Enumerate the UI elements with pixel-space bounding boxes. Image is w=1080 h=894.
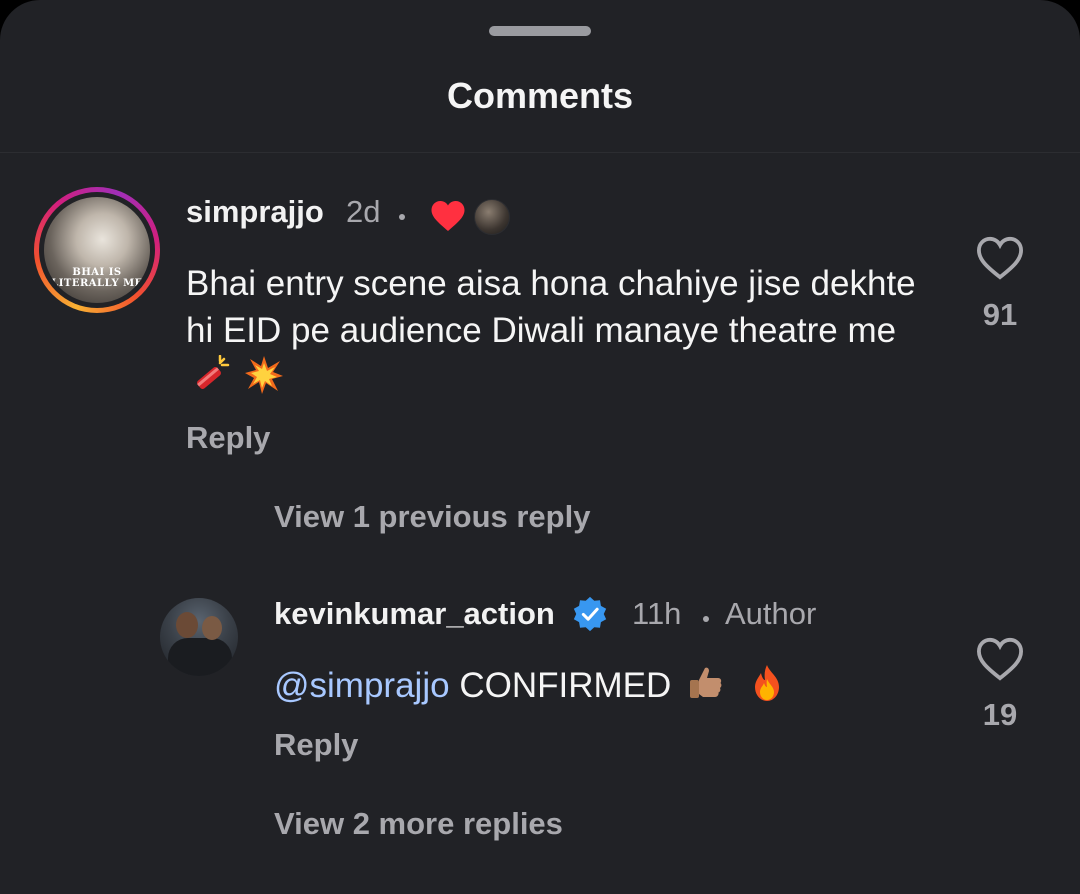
like-heart-icon[interactable] [975, 636, 1025, 682]
fire-icon [754, 665, 779, 701]
avatar-image: BHAI IS LITERALLY ME [44, 197, 150, 303]
like-count: 19 [982, 697, 1018, 732]
comment-username[interactable]: simprajjo [186, 192, 324, 232]
drag-handle[interactable] [489, 26, 591, 36]
like-heart-icon[interactable] [975, 235, 1025, 281]
verified-badge-icon [573, 596, 607, 632]
author-badge: Author [725, 596, 817, 631]
avatar[interactable] [160, 598, 238, 676]
view-more-replies-button[interactable]: View 2 more replies [274, 804, 563, 844]
reply-text: @simprajjo CONFIRMED [274, 662, 934, 709]
avatar[interactable]: BHAI IS LITERALLY ME [34, 187, 160, 313]
comment-text: Bhai entry scene aisa hona chahiye jise … [186, 260, 946, 401]
view-previous-replies-button[interactable]: View 1 previous reply [274, 497, 590, 537]
avatar-caption: BHAI IS LITERALLY ME [51, 267, 143, 289]
header-divider [0, 152, 1080, 153]
heart-icon [431, 201, 465, 231]
mention-link[interactable]: @simprajjo [274, 666, 450, 705]
comments-sheet: Comments BHAI IS LITERALLY ME simprajjo … [0, 0, 1080, 894]
explosion-icon [244, 356, 283, 394]
separator-dot [399, 214, 405, 220]
separator-dot [703, 616, 709, 622]
reply-button[interactable]: Reply [274, 725, 358, 765]
reply-time: 11h [632, 596, 682, 631]
like-count: 91 [982, 297, 1018, 332]
reply-button[interactable]: Reply [186, 418, 270, 458]
firecracker-icon [197, 355, 230, 389]
reply-username[interactable]: kevinkumar_action [274, 594, 555, 634]
sheet-title: Comments [446, 75, 634, 116]
comment-time: 2d [346, 194, 381, 229]
thumbs-up-icon [689, 667, 722, 698]
author-mini-avatar [474, 199, 510, 235]
